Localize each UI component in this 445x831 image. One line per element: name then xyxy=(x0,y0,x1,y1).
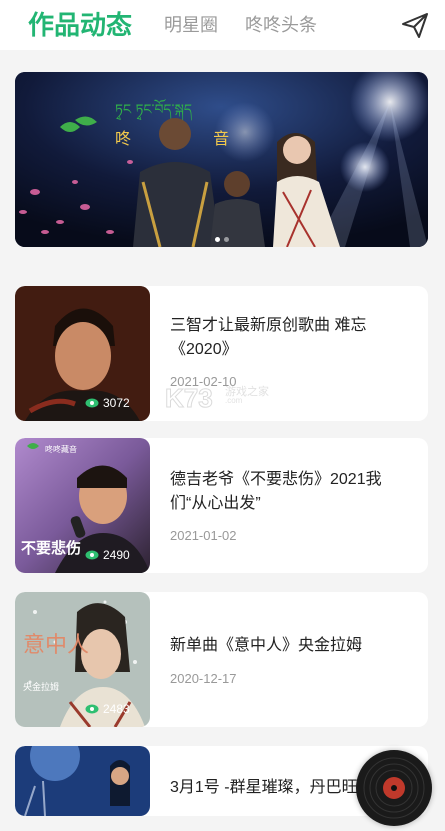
paper-plane-icon[interactable] xyxy=(400,10,430,40)
watermark-logo: K73 游戏之家 .com xyxy=(165,383,269,414)
post-thumbnail: 3072 xyxy=(15,286,150,421)
eye-icon xyxy=(85,704,99,714)
carousel-indicator xyxy=(15,237,428,242)
eye-icon xyxy=(85,550,99,560)
svg-text:ཏྭང ཏྭང་བོད་སྐད: ཏྭང ཏྭང་བོད་སྐད xyxy=(115,98,192,121)
view-count-value: 3072 xyxy=(103,396,130,410)
post-thumbnail: 意中人 央金拉姆 2483 xyxy=(15,592,150,727)
post-date: 2021-01-02 xyxy=(170,528,237,543)
post-title: 新单曲《意中人》央金拉姆 xyxy=(170,637,363,654)
post-thumbnail xyxy=(15,746,150,816)
view-count-value: 2483 xyxy=(103,702,130,716)
svg-text:央金拉姆: 央金拉姆 xyxy=(23,681,59,693)
svg-text:意中人: 意中人 xyxy=(23,633,89,658)
banner-image: ཏྭང ཏྭང་བོད་སྐད 咚 藏 音 xyxy=(15,72,428,247)
view-count-value: 2490 xyxy=(103,548,130,562)
view-count: 3072 xyxy=(85,393,130,413)
vinyl-record-icon xyxy=(358,752,430,824)
music-player-button[interactable] xyxy=(356,750,432,826)
post-title: 德吉老爷《不要悲伤》2021我们“从心出发” xyxy=(170,471,382,512)
svg-text:不要悲伤: 不要悲伤 xyxy=(21,539,81,557)
tab-star-circle[interactable]: 明星圈 xyxy=(164,8,218,42)
tab-dongdong-headlines[interactable]: 咚咚头条 xyxy=(245,8,317,42)
carousel-dot[interactable] xyxy=(214,237,220,242)
top-header: 作品动态 明星圈 咚咚头条 xyxy=(0,0,445,50)
post-date: 2020-12-17 xyxy=(170,671,237,686)
view-count: 2490 xyxy=(85,545,130,565)
post-card[interactable]: 咚咚藏音 不要悲伤 2490 德吉老爷《不要悲伤》2021我们“从心出发” 20… xyxy=(15,438,428,573)
eye-icon xyxy=(85,398,99,408)
post-thumbnail: 咚咚藏音 不要悲伤 2490 xyxy=(15,438,150,573)
tab-works-feed[interactable]: 作品动态 xyxy=(28,8,132,42)
post-title: 三智才让最新原创歌曲 难忘《2020》 xyxy=(170,317,367,358)
banner-carousel[interactable]: ཏྭང ཏྭང་བོད་སྐད 咚 藏 音 xyxy=(15,72,428,247)
svg-text:咚咚藏音: 咚咚藏音 xyxy=(45,444,77,454)
post-card[interactable]: 意中人 央金拉姆 2483 新单曲《意中人》央金拉姆 2020-12-17 xyxy=(15,592,428,727)
carousel-dot[interactable] xyxy=(223,237,229,242)
view-count: 2483 xyxy=(85,699,130,719)
